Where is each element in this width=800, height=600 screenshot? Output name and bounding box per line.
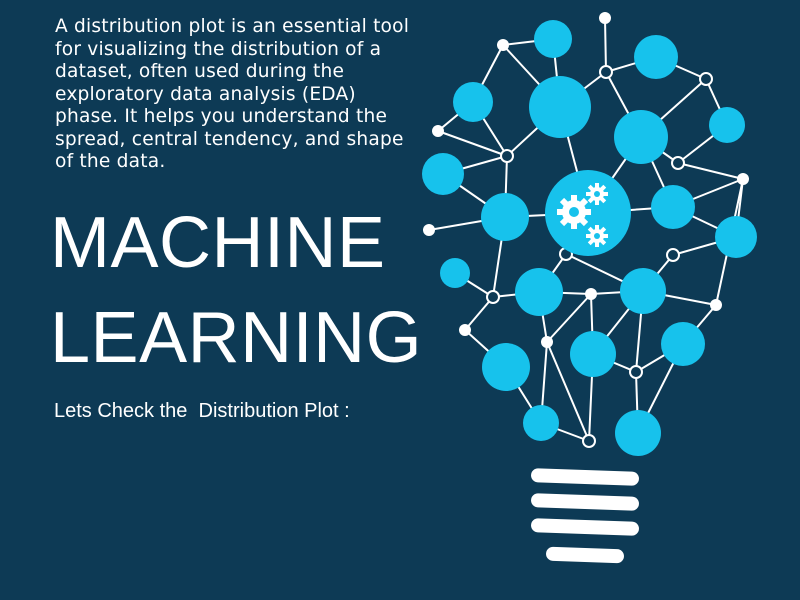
- bulb-base: [531, 468, 639, 564]
- lightbulb-neural-network-icon: [422, 12, 757, 564]
- gears-icon: [545, 170, 631, 256]
